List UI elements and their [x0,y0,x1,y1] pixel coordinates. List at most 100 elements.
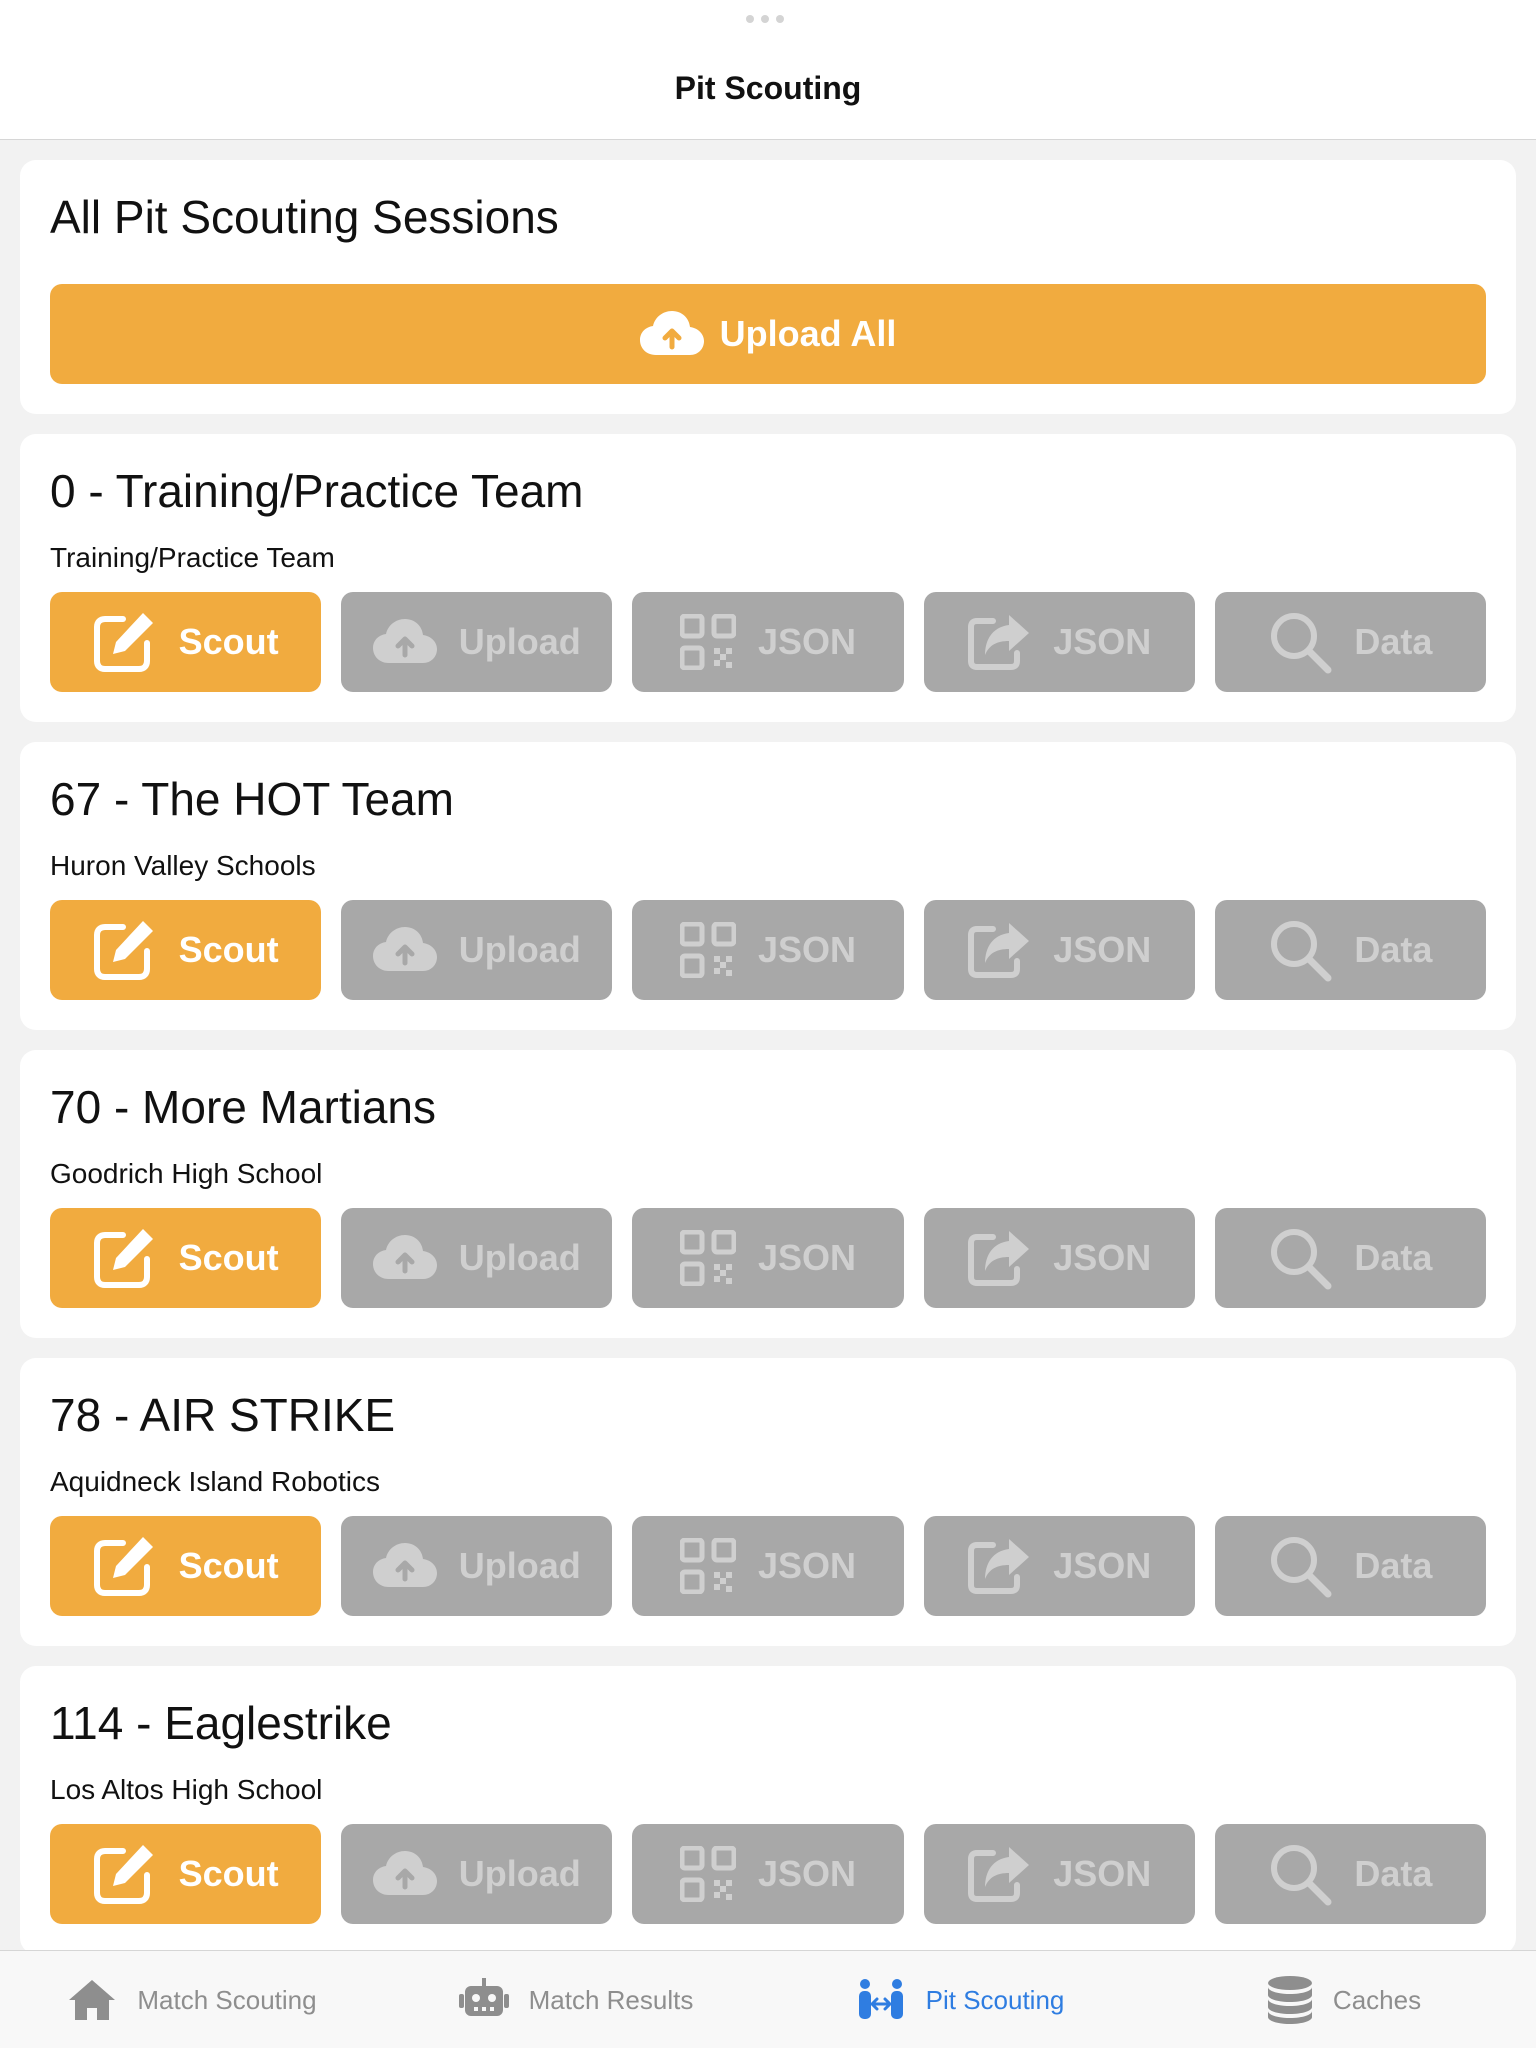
navigation-bar: Pit Scouting [0,0,1536,140]
team-actions: Scout Upload JSON JSON Data [50,1516,1487,1616]
team-card: 70 - More Martians Goodrich High School Sc… [20,1050,1516,1338]
tab-pit-scouting[interactable]: Pit Scouting [768,1951,1152,2048]
house-icon [69,1980,116,2020]
view-data-button[interactable]: Data [1214,1208,1487,1308]
scout-button[interactable]: Scout [50,1208,322,1308]
team-subtitle: Goodrich High School [50,1158,323,1189]
scout-button[interactable]: Scout [50,592,322,692]
team-actions: Scout Upload JSON JSON Data [50,592,1487,692]
qr-json-button[interactable]: JSON [632,592,904,692]
upload-button[interactable]: Upload [341,1208,613,1308]
scout-button[interactable]: Scout [50,1824,322,1924]
edit-icon [93,921,153,980]
qr-json-label: JSON [757,621,857,662]
window-grabber[interactable] [746,15,784,23]
team-actions: Scout Upload JSON JSON Data [50,1824,1487,1924]
qr-json-button[interactable]: JSON [632,1824,904,1924]
share-json-button[interactable]: JSON [923,1208,1195,1308]
share-icon [968,615,1030,670]
share-json-button[interactable]: JSON [923,1824,1195,1924]
edit-icon [93,1229,153,1288]
view-data-label: Data [1354,929,1433,970]
qr-code-icon [679,614,736,670]
search-icon [1271,1229,1332,1290]
view-data-label: Data [1354,1237,1433,1278]
tab-label: Match Results [528,1984,694,2015]
cloud-upload-icon [372,927,437,971]
qr-json-button[interactable]: JSON [632,1208,904,1308]
upload-button[interactable]: Upload [341,1516,613,1616]
cloud-upload-icon [372,1543,437,1587]
scout-label: Scout [178,1237,279,1278]
search-icon [1271,1537,1332,1598]
view-data-button[interactable]: Data [1214,1516,1487,1616]
team-actions: Scout Upload JSON JSON Data [50,900,1487,1000]
tab-label: Pit Scouting [925,1984,1065,2015]
share-json-button[interactable]: JSON [923,592,1195,692]
scout-label: Scout [178,621,279,662]
cloud-upload-icon [372,619,437,663]
people-arrows-icon [858,1979,903,2019]
view-data-label: Data [1354,1853,1433,1894]
share-json-button[interactable]: JSON [923,1516,1195,1616]
share-json-label: JSON [1053,621,1152,662]
share-icon [968,1539,1030,1594]
qr-json-label: JSON [757,929,857,970]
search-icon [1271,1845,1332,1906]
all-sessions-title: All Pit Scouting Sessions [50,191,559,243]
upload-all-button[interactable]: Upload All [50,284,1486,384]
scout-label: Scout [178,1545,279,1586]
team-card: 114 - Eaglestrike Los Altos High School Sc… [20,1666,1516,1954]
cloud-upload-icon [639,311,704,355]
tab-bar: Match Scouting Match Results Pit Scoutin… [0,1950,1536,2048]
scout-label: Scout [178,929,279,970]
team-subtitle: Training/Practice Team [50,542,335,573]
qr-code-icon [679,1230,736,1286]
edit-icon [93,613,153,672]
share-json-button[interactable]: JSON [923,900,1195,1000]
team-subtitle: Los Altos High School [50,1774,323,1805]
upload-label: Upload [458,1545,581,1586]
upload-label: Upload [458,929,581,970]
view-data-button[interactable]: Data [1214,592,1487,692]
qr-json-button[interactable]: JSON [632,1516,904,1616]
qr-json-label: JSON [757,1237,857,1278]
upload-button[interactable]: Upload [341,592,613,692]
search-icon [1271,613,1332,674]
all-sessions-card: All Pit Scouting Sessions Upload All [20,160,1516,414]
share-json-label: JSON [1053,1545,1152,1586]
tab-label: Caches [1332,1984,1422,2015]
scout-button[interactable]: Scout [50,1516,322,1616]
tab-label: Match Scouting [137,1984,317,2015]
upload-button[interactable]: Upload [341,1824,613,1924]
team-title: 78 - AIR STRIKE [50,1389,396,1441]
edit-icon [93,1845,153,1904]
scout-label: Scout [178,1853,279,1894]
qr-json-button[interactable]: JSON [632,900,904,1000]
team-subtitle: Aquidneck Island Robotics [50,1466,380,1497]
tab-match-results[interactable]: Match Results [384,1951,768,2048]
share-json-label: JSON [1053,929,1152,970]
qr-code-icon [679,922,736,978]
view-data-button[interactable]: Data [1214,900,1487,1000]
upload-button[interactable]: Upload [341,900,613,1000]
upload-label: Upload [458,1853,581,1894]
database-icon [1267,1976,1312,2024]
upload-label: Upload [458,1237,581,1278]
cloud-upload-icon [372,1235,437,1279]
team-subtitle: Huron Valley Schools [50,850,316,881]
sessions-list: All Pit Scouting Sessions Upload All 0 -… [20,160,1516,1974]
qr-code-icon [679,1846,736,1902]
tab-caches[interactable]: Caches [1152,1951,1536,2048]
share-json-label: JSON [1053,1237,1152,1278]
qr-json-label: JSON [757,1545,857,1586]
tab-match-scouting[interactable]: Match Scouting [0,1951,384,2048]
robot-icon [458,1978,509,2016]
view-data-label: Data [1354,621,1433,662]
share-icon [968,1231,1030,1286]
view-data-button[interactable]: Data [1214,1824,1487,1924]
team-title: 0 - Training/Practice Team [50,465,584,517]
team-title: 114 - Eaglestrike [50,1697,392,1749]
page-title: Pit Scouting [674,70,862,106]
scout-button[interactable]: Scout [50,900,322,1000]
